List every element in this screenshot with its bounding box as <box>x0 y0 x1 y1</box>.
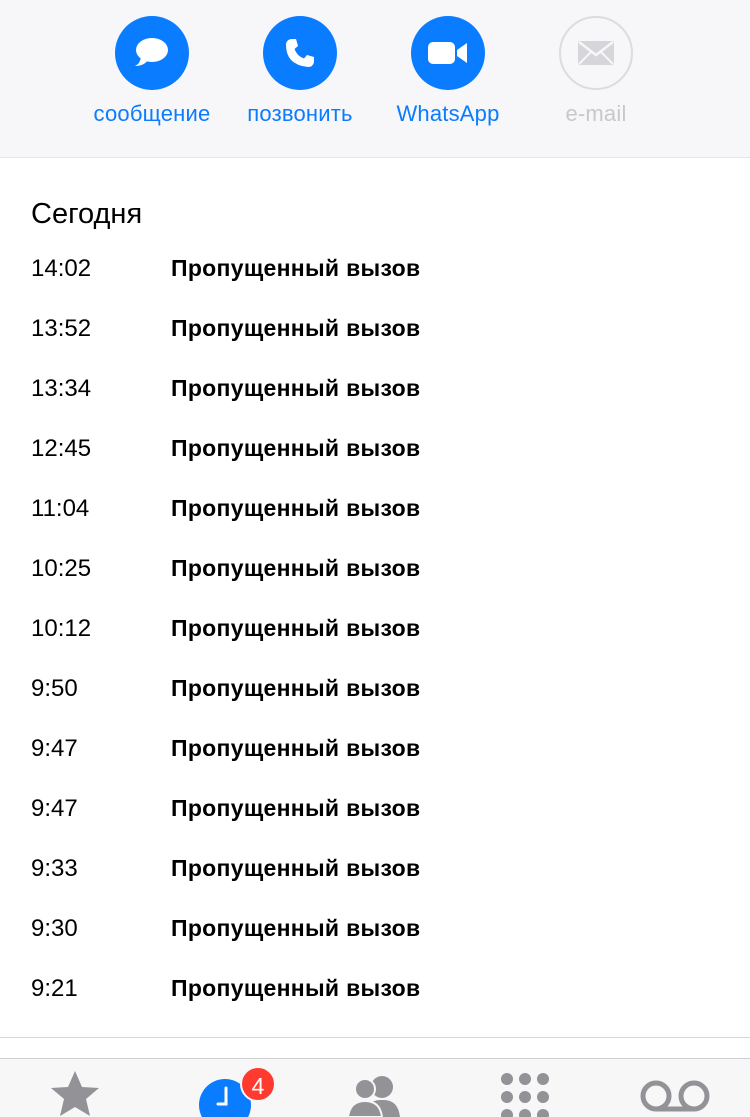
call-time: 14:02 <box>31 255 92 282</box>
call-type: Пропущенный вызов <box>171 315 421 341</box>
call-row: 9:33 Пропущенный вызов <box>0 850 750 910</box>
call-time: 12:45 <box>31 435 92 462</box>
call-row: 9:50 Пропущенный вызов <box>0 670 750 730</box>
call-time: 9:47 <box>31 735 78 762</box>
call-row: 9:30 Пропущенный вызов <box>0 910 750 970</box>
call-type: Пропущенный вызов <box>171 375 421 401</box>
call-details-screen: сообщение позвонить WhatsApp e-mail Сего… <box>0 0 750 1117</box>
call-row: 13:52 Пропущенный вызов <box>0 310 750 370</box>
section-title-today: Сегодня <box>31 198 143 230</box>
email-label: e-mail <box>565 101 627 126</box>
video-camera-icon <box>428 42 467 64</box>
call-row: 10:12 Пропущенный вызов <box>0 610 750 670</box>
call-row: 9:47 Пропущенный вызов <box>0 730 750 790</box>
whatsapp-action[interactable]: WhatsApp <box>374 16 522 146</box>
call-row: 9:47 Пропущенный вызов <box>0 790 750 850</box>
phone-icon <box>286 39 314 67</box>
whatsapp-label: WhatsApp <box>396 101 500 126</box>
contact-actions-bar: сообщение позвонить WhatsApp e-mail <box>0 0 750 158</box>
call-time: 9:30 <box>31 915 78 942</box>
call-history-list: 14:02 Пропущенный вызов 13:52 Пропущенны… <box>0 250 750 1030</box>
call-row: 11:04 Пропущенный вызов <box>0 490 750 550</box>
call-row: 10:25 Пропущенный вызов <box>0 550 750 610</box>
call-time: 11:04 <box>31 495 90 522</box>
call-row: 9:21 Пропущенный вызов <box>0 970 750 1030</box>
call-time: 10:12 <box>31 615 92 642</box>
recents-badge: 4 <box>240 1066 276 1102</box>
email-button[interactable] <box>559 16 633 90</box>
call-row: 12:45 Пропущенный вызов <box>0 430 750 490</box>
tab-voicemail[interactable] <box>635 1069 715 1117</box>
voicemail-icon <box>640 1080 710 1112</box>
call-type: Пропущенный вызов <box>171 435 421 461</box>
star-icon <box>51 1071 99 1116</box>
call-type: Пропущенный вызов <box>171 615 421 641</box>
call-type: Пропущенный вызов <box>171 735 421 761</box>
tab-contacts[interactable] <box>334 1069 414 1117</box>
video-call-button[interactable] <box>411 16 485 90</box>
tab-keypad[interactable] <box>485 1069 565 1117</box>
call-time: 10:25 <box>31 555 92 582</box>
email-action[interactable]: e-mail <box>522 16 670 146</box>
list-divider <box>0 1037 750 1038</box>
call-type: Пропущенный вызов <box>171 255 421 281</box>
contacts-icon <box>346 1076 400 1117</box>
call-label: позвонить <box>247 101 353 126</box>
call-type: Пропущенный вызов <box>171 855 421 881</box>
message-bubble-icon <box>135 38 168 66</box>
call-type: Пропущенный вызов <box>171 675 421 701</box>
call-button[interactable] <box>263 16 337 90</box>
keypad-icon <box>501 1073 549 1117</box>
message-action[interactable]: сообщение <box>78 16 226 146</box>
call-time: 9:33 <box>31 855 78 882</box>
call-action[interactable]: позвонить <box>226 16 374 146</box>
call-type: Пропущенный вызов <box>171 555 421 581</box>
tab-bar <box>0 1059 750 1117</box>
envelope-icon <box>578 41 614 65</box>
call-type: Пропущенный вызов <box>171 915 421 941</box>
message-label: сообщение <box>93 101 211 126</box>
message-button[interactable] <box>115 16 189 90</box>
call-time: 9:50 <box>31 675 78 702</box>
call-time: 9:21 <box>31 975 78 1002</box>
call-time: 13:52 <box>31 315 92 342</box>
call-type: Пропущенный вызов <box>171 975 421 1001</box>
call-row: 14:02 Пропущенный вызов <box>0 250 750 310</box>
call-time: 9:47 <box>31 795 78 822</box>
call-row: 13:34 Пропущенный вызов <box>0 370 750 430</box>
call-time: 13:34 <box>31 375 92 402</box>
call-type: Пропущенный вызов <box>171 795 421 821</box>
tab-favorites[interactable] <box>35 1069 115 1117</box>
call-type: Пропущенный вызов <box>171 495 421 521</box>
